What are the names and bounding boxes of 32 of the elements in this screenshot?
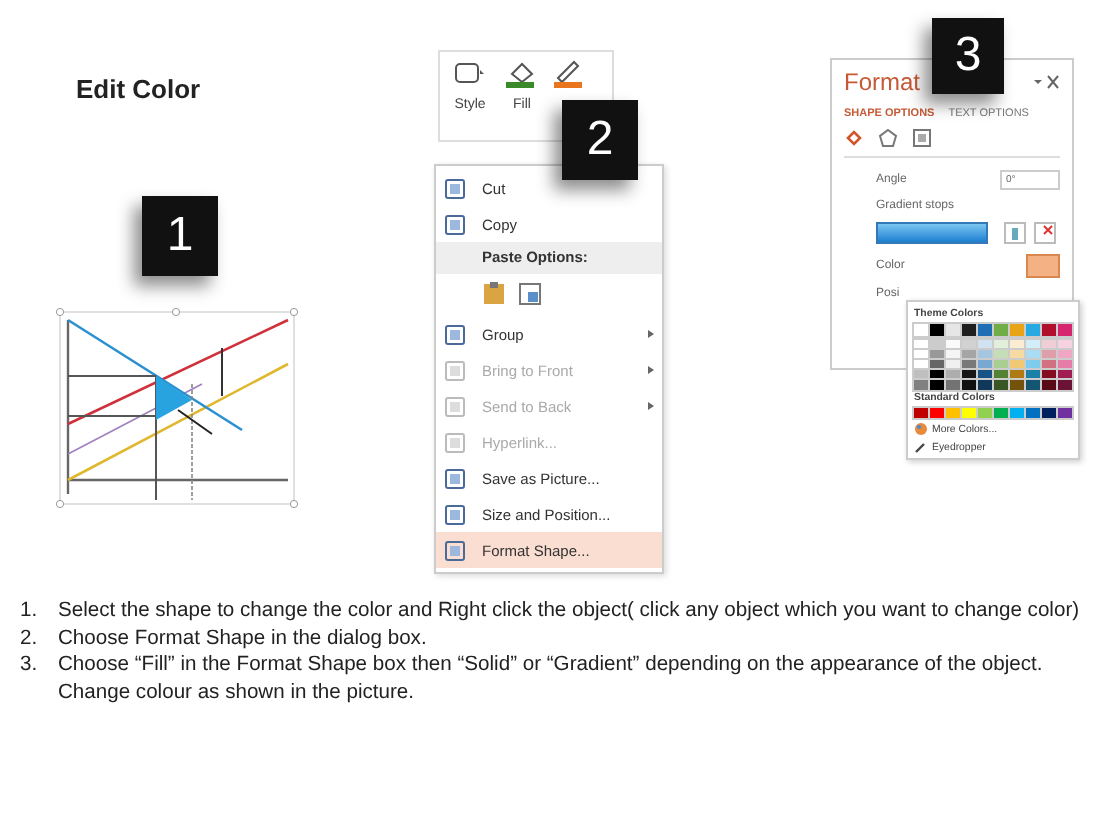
square-icon [444, 467, 466, 489]
pane-title: Format [844, 68, 921, 96]
step-badge: 2 [562, 100, 638, 180]
standard-color-row[interactable] [914, 407, 1072, 418]
step-number: 2. [20, 625, 40, 652]
step-number: 3. [20, 652, 40, 680]
submenu-arrow-icon [648, 366, 654, 374]
eyedropper-icon [914, 440, 928, 454]
paint-bucket-icon[interactable] [844, 128, 864, 148]
step-text: Choose “Fill” in the Format Shape box then “Solid” or “Gradient” depending on the appearance of the object. Change colour as shown in the picture. [58, 652, 1045, 706]
close-icon[interactable] [1032, 74, 1060, 90]
color-dropdown-button[interactable] [1026, 254, 1060, 278]
paint-bucket-icon [504, 60, 540, 88]
palette-icon [914, 422, 928, 436]
theme-color-grid[interactable] [914, 324, 1072, 389]
submenu-arrow-icon [648, 402, 654, 410]
rounded-square-icon [452, 60, 488, 88]
step-number: 1. [20, 598, 40, 625]
submenu-arrow-icon [648, 330, 654, 338]
gradient-bar[interactable] [876, 222, 988, 244]
clipboard-icon[interactable] [482, 280, 506, 306]
step-badge: 3 [932, 18, 1004, 94]
pentagon-icon[interactable] [878, 128, 898, 148]
clipboard-icon[interactable] [518, 280, 542, 306]
layout-icon[interactable] [912, 128, 932, 148]
remove-stop-icon[interactable] [1034, 222, 1056, 244]
step-text: Choose Format Shape in the dialog box. [58, 625, 429, 652]
add-stop-icon[interactable] [1004, 222, 1026, 244]
slide-title: Edit Color [76, 74, 201, 104]
step-text: Select the shape to change the color and Right click the object( click any object which you want to change color) [58, 598, 1082, 625]
outline-pen-icon[interactable] [552, 60, 588, 88]
step-badge: 1 [142, 196, 218, 276]
